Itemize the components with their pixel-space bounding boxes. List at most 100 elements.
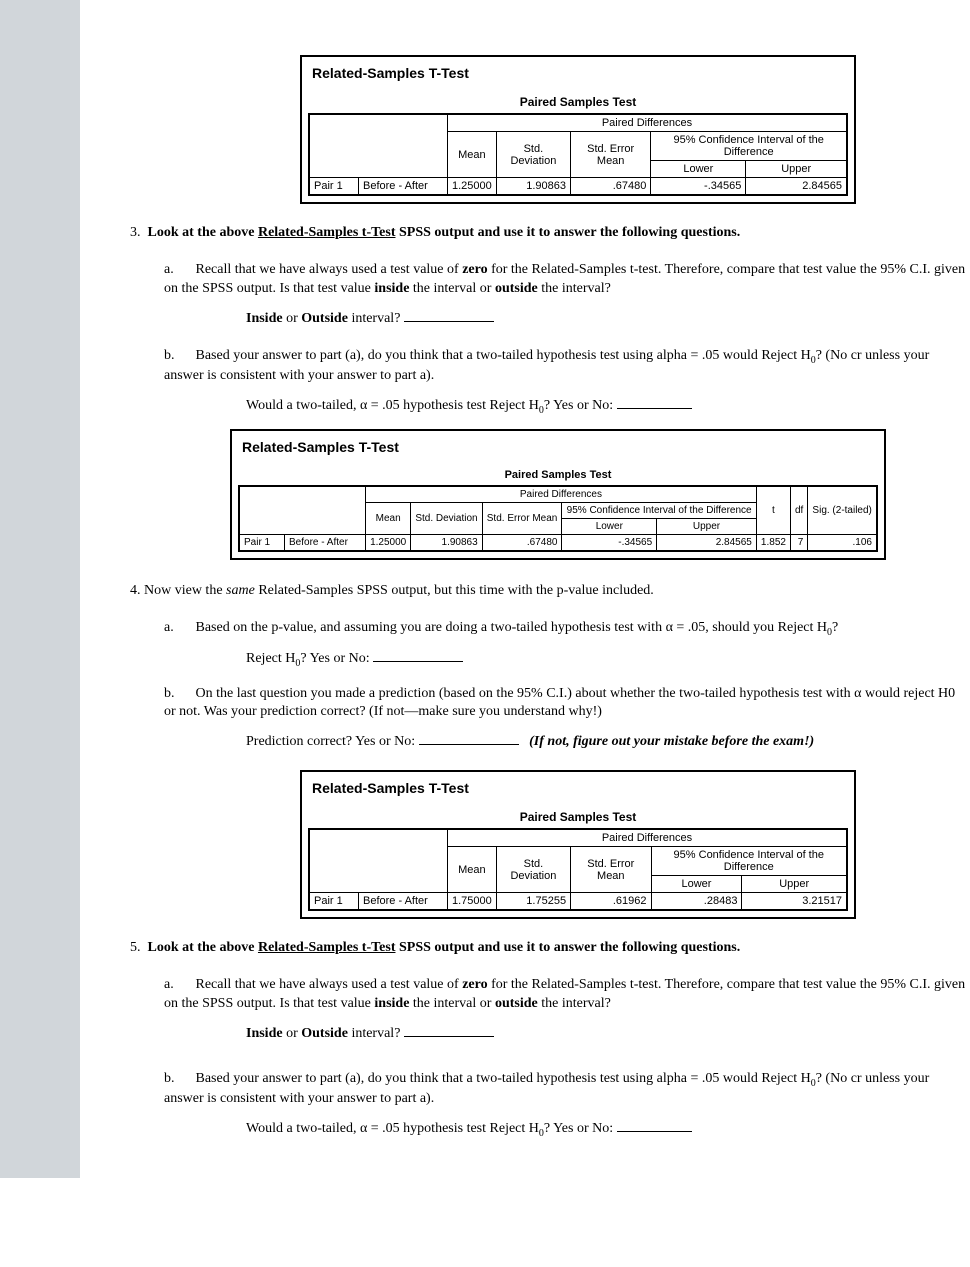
q4b-letter: b.: [164, 685, 192, 704]
header-sig: Sig. (2-tailed): [808, 486, 877, 535]
q3a-por: or: [283, 311, 302, 326]
q3b-letter: b.: [164, 347, 192, 366]
header-pd: Paired Differences: [448, 829, 848, 847]
q4-h1: Now view the: [141, 583, 227, 598]
spss-title: Related-Samples T-Test: [312, 780, 848, 796]
q4a-p1: Reject H: [246, 651, 295, 666]
spss-table-3: Paired Differences Mean Std. Deviation S…: [308, 828, 848, 911]
q4a-letter: a.: [164, 619, 192, 638]
header-se: Std. Error Mean: [571, 847, 651, 893]
q5b-p2: ? Yes or No:: [544, 1121, 617, 1136]
spss-caption: Paired Samples Test: [238, 469, 878, 481]
q4b-t: On the last question you made a predicti…: [164, 686, 955, 720]
left-margin: [0, 0, 80, 1178]
q5a-outside: outside: [495, 996, 538, 1011]
q3b-p2: ? Yes or No:: [544, 398, 617, 413]
q5b-p1: Would a two-tailed, α = .05 hypothesis t…: [246, 1121, 539, 1136]
q5a-letter: a.: [164, 976, 192, 995]
spss-output-3: Related-Samples T-Test Paired Samples Te…: [300, 770, 856, 919]
cell-df: 7: [790, 535, 807, 552]
q4b-note: (If not, figure out your mistake before …: [529, 734, 814, 749]
cell-upper: 2.84565: [746, 178, 847, 196]
cell-se: .67480: [482, 535, 562, 552]
cell-pair: Pair 1: [239, 535, 285, 552]
q5b-prompt: Would a two-tailed, α = .05 hypothesis t…: [246, 1119, 970, 1140]
q4a-p2: ? Yes or No:: [300, 651, 373, 666]
question-3: 3. Look at the above Related-Samples t-T…: [130, 224, 970, 243]
q3-number: 3.: [130, 225, 141, 240]
cell-upper: 2.84565: [657, 535, 757, 552]
header-mean: Mean: [448, 847, 497, 893]
q3-head-1: Look at the above: [148, 225, 258, 240]
header-lower: Lower: [651, 161, 746, 178]
q3a-letter: a.: [164, 261, 192, 280]
cell-desc: Before - After: [359, 893, 448, 911]
header-se: Std. Error Mean: [482, 503, 562, 535]
q3a-zero: zero: [462, 262, 487, 277]
q4a-t2: ?: [832, 620, 838, 635]
q5b: b. Based your answer to part (a), do you…: [164, 1070, 970, 1109]
q4-number: 4.: [130, 583, 141, 598]
q3a-p2: Outside: [301, 311, 348, 326]
cell-desc: Before - After: [359, 178, 448, 196]
blank-line: [404, 309, 494, 322]
q3b: b. Based your answer to part (a), do you…: [164, 347, 970, 386]
cell-mean: 1.75000: [448, 893, 497, 911]
cell-mean: 1.25000: [448, 178, 497, 196]
cell-t: 1.852: [756, 535, 790, 552]
blank-line: [404, 1024, 494, 1037]
header-ci: 95% Confidence Interval of the Differenc…: [651, 847, 847, 876]
q5a-prest: interval?: [348, 1026, 404, 1041]
q5-head-1: Look at the above: [148, 940, 258, 955]
q3a-prompt: Inside or Outside interval?: [246, 309, 970, 329]
q5a-por: or: [283, 1026, 302, 1041]
q3b-t1: Based your answer to part (a), do you th…: [196, 348, 811, 363]
question-5: 5. Look at the above Related-Samples t-T…: [130, 939, 970, 958]
q4a-prompt: Reject H0? Yes or No:: [246, 649, 970, 670]
header-upper: Upper: [746, 161, 847, 178]
cell-sig: .106: [808, 535, 877, 552]
q5b-t1: Based your answer to part (a), do you th…: [196, 1071, 811, 1086]
q4b-prompt: Prediction correct? Yes or No: (If not, …: [246, 732, 970, 752]
cell-std: 1.90863: [496, 178, 570, 196]
q3a-prest: interval?: [348, 311, 404, 326]
spss-caption: Paired Samples Test: [308, 95, 848, 109]
q3a: a. Recall that we have always used a tes…: [164, 261, 970, 299]
cell-se: .67480: [571, 178, 651, 196]
header-pd: Paired Differences: [366, 486, 757, 503]
header-ci: 95% Confidence Interval of the Differenc…: [651, 132, 847, 161]
header-std: Std. Deviation: [496, 132, 570, 178]
q4-h2: Related-Samples SPSS output, but this ti…: [255, 583, 654, 598]
header-std: Std. Deviation: [411, 503, 482, 535]
header-se: Std. Error Mean: [571, 132, 651, 178]
spss-output-1: Related-Samples T-Test Paired Samples Te…: [300, 55, 856, 204]
cell-lower: -.34565: [651, 178, 746, 196]
header-lower: Lower: [651, 876, 742, 893]
cell-mean: 1.25000: [366, 535, 411, 552]
cell-lower: .28483: [651, 893, 742, 911]
q3-head-2: SPSS output and use it to answer the fol…: [395, 225, 740, 240]
blank-line: [373, 649, 463, 662]
header-t: t: [756, 486, 790, 535]
q5a-t1: Recall that we have always used a test v…: [196, 977, 463, 992]
header-upper: Upper: [657, 519, 757, 535]
q3a-t3: the interval or: [409, 281, 495, 296]
q3a-t4: the interval?: [538, 281, 611, 296]
spss-title: Related-Samples T-Test: [312, 65, 848, 81]
header-lower: Lower: [562, 519, 657, 535]
q4b-p1: Prediction correct? Yes or No:: [246, 734, 419, 749]
blank-line: [617, 1119, 692, 1132]
q4b: b. On the last question you made a predi…: [164, 685, 970, 723]
q5a: a. Recall that we have always used a tes…: [164, 976, 970, 1014]
q5b-letter: b.: [164, 1070, 192, 1089]
spss-output-2: Related-Samples T-Test Paired Samples Te…: [230, 429, 886, 560]
q4a: a. Based on the p-value, and assuming yo…: [164, 619, 970, 639]
q5a-p2: Outside: [301, 1026, 348, 1041]
cell-upper: 3.21517: [742, 893, 847, 911]
blank-line: [617, 396, 692, 409]
q3a-t1: Recall that we have always used a test v…: [196, 262, 463, 277]
header-ci: 95% Confidence Interval of the Differenc…: [562, 503, 756, 519]
header-pd: Paired Differences: [448, 114, 848, 132]
q5-head-2: SPSS output and use it to answer the fol…: [395, 940, 740, 955]
cell-std: 1.75255: [496, 893, 570, 911]
